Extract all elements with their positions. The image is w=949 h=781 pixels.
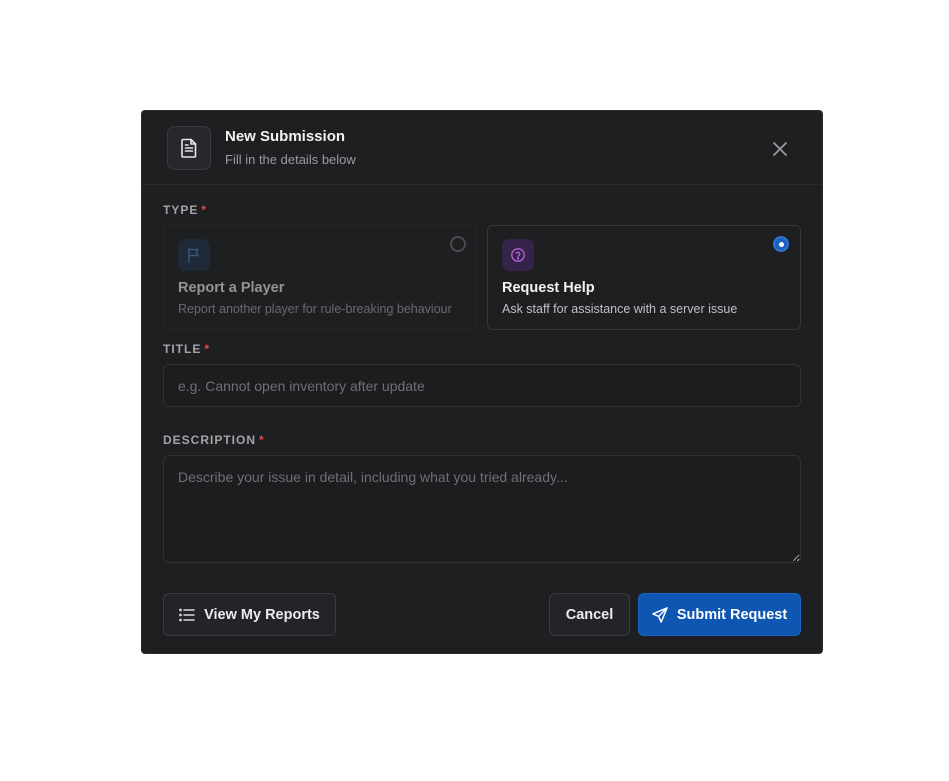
send-icon — [652, 606, 668, 623]
flag-icon — [178, 239, 210, 271]
title-label: TITLE * — [163, 342, 210, 356]
required-mark: * — [204, 342, 210, 356]
view-my-reports-label: View My Reports — [204, 606, 320, 623]
submit-request-button[interactable]: Submit Request — [638, 593, 801, 636]
cancel-button[interactable]: Cancel — [549, 593, 630, 636]
help-circle-icon — [502, 239, 534, 271]
type-label-text: TYPE — [163, 203, 199, 217]
title-label-text: TITLE — [163, 342, 202, 356]
description-label: DESCRIPTION * — [163, 433, 265, 447]
modal-header: New Submission Fill in the details below — [142, 111, 822, 185]
close-icon — [773, 142, 787, 156]
type-option-title: Request Help — [502, 280, 595, 296]
required-mark: * — [201, 203, 208, 217]
modal-subtitle: Fill in the details below — [225, 152, 356, 167]
required-mark: * — [259, 433, 265, 447]
type-option-description: Report another player for rule-breaking … — [178, 302, 452, 316]
type-option-request-help[interactable]: Request Help Ask staff for assistance wi… — [487, 225, 801, 330]
radio-request-help[interactable] — [773, 236, 789, 252]
description-label-text: DESCRIPTION — [163, 433, 257, 447]
cancel-label: Cancel — [565, 606, 614, 623]
type-label: TYPE * — [163, 203, 207, 217]
modal-title: New Submission — [225, 128, 346, 145]
submission-modal: New Submission Fill in the details below… — [142, 111, 822, 653]
type-option-description: Ask staff for assistance with a server i… — [502, 302, 738, 316]
list-icon — [179, 608, 195, 621]
type-option-report-player[interactable]: Report a Player Report another player fo… — [163, 225, 477, 330]
description-textarea[interactable] — [163, 455, 801, 563]
view-my-reports-button[interactable]: View My Reports — [163, 593, 336, 636]
title-input[interactable] — [163, 364, 801, 407]
type-option-title: Report a Player — [178, 280, 285, 296]
radio-report-player[interactable] — [450, 236, 466, 252]
submit-request-label: Submit Request — [676, 606, 788, 623]
close-button[interactable] — [768, 137, 792, 161]
document-icon — [167, 126, 211, 170]
